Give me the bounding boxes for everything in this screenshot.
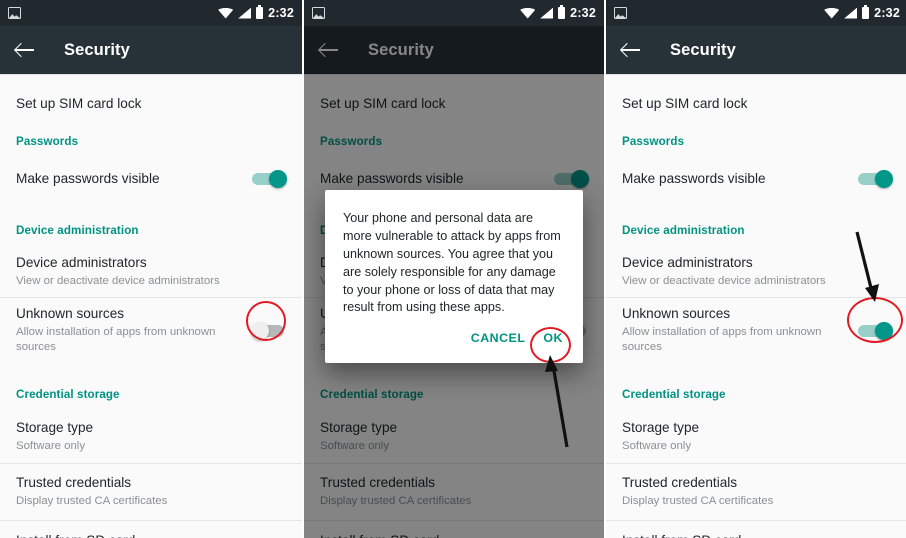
list-item-install-from-sd-card[interactable]: Install from SD card [606, 521, 906, 538]
status-bar-system-icons: 2:32 [824, 5, 900, 20]
list-item-subtitle: Allow installation of apps from unknown … [622, 326, 822, 354]
status-bar-notifications [8, 7, 21, 19]
unknown-sources-toggle[interactable] [858, 322, 893, 340]
battery-icon [558, 5, 566, 19]
app-bar: Security [0, 26, 302, 74]
signal-icon [238, 7, 252, 19]
photo-icon [8, 7, 21, 19]
toggle-knob [251, 322, 269, 340]
section-header-credential-storage: Credential storage [16, 388, 120, 401]
list-item-subtitle: Display trusted CA certificates [16, 494, 168, 507]
settings-list: Set up SIM card lock Passwords Make pass… [0, 74, 302, 538]
list-item-title: Set up SIM card lock [622, 95, 748, 111]
status-bar: 2:32 [0, 0, 302, 26]
settings-list: Set up SIM card lock Passwords Make pass… [606, 74, 906, 538]
signal-icon [844, 7, 858, 19]
three-panel-tutorial: 2:32 Security Set up SIM card lock Passw… [0, 0, 906, 538]
photo-icon [614, 7, 627, 19]
list-item-unknown-sources[interactable]: Unknown sources Allow installation of ap… [0, 298, 302, 364]
section-header-passwords: Passwords [622, 135, 685, 148]
list-item-make-passwords-visible[interactable]: Make passwords visible [0, 158, 302, 200]
unknown-sources-warning-dialog: Your phone and personal data are more vu… [325, 190, 583, 364]
list-item-subtitle: Software only [622, 439, 692, 452]
list-item-title: Storage type [622, 419, 700, 435]
dialog-actions: CANCEL OK [343, 317, 565, 357]
panel-step-2: 2:32 Security Set up SIM card lock Passw… [304, 0, 604, 538]
battery-icon [256, 5, 264, 19]
back-arrow-icon[interactable] [14, 39, 36, 61]
list-item-title: Install from SD card [16, 533, 286, 538]
list-item-subtitle: Software only [16, 439, 86, 452]
make-passwords-visible-toggle[interactable] [252, 170, 287, 188]
list-item-title: Install from SD card [622, 533, 892, 538]
list-item-title: Set up SIM card lock [16, 95, 142, 111]
status-bar: 2:32 [304, 0, 604, 26]
status-bar: 2:32 [606, 0, 906, 26]
list-item-sim-card-lock[interactable]: Set up SIM card lock [606, 75, 906, 125]
list-item-device-administrators[interactable]: Device administrators View or deactivate… [0, 247, 302, 297]
list-item-subtitle: Display trusted CA certificates [622, 494, 774, 507]
back-arrow-icon[interactable] [620, 39, 642, 61]
clock: 2:32 [874, 5, 900, 20]
make-passwords-visible-toggle[interactable] [858, 170, 893, 188]
unknown-sources-toggle[interactable] [251, 322, 286, 340]
ok-button[interactable]: OK [543, 331, 563, 345]
list-item-title: Storage type [16, 419, 94, 435]
section-header-device-administration: Device administration [622, 224, 745, 237]
photo-icon [312, 7, 325, 19]
status-bar-notifications [614, 7, 627, 19]
cancel-button[interactable]: CANCEL [471, 331, 526, 345]
list-item-title: Make passwords visible [622, 170, 766, 186]
section-header-device-administration: Device administration [16, 224, 139, 237]
section-header-credential-storage: Credential storage [622, 388, 726, 401]
list-item-unknown-sources[interactable]: Unknown sources Allow installation of ap… [606, 298, 906, 364]
dialog-message: Your phone and personal data are more vu… [343, 211, 561, 315]
list-item-make-passwords-visible[interactable]: Make passwords visible [606, 158, 906, 200]
panel-step-3: 2:32 Security Set up SIM card lock Passw… [606, 0, 906, 538]
page-title: Security [670, 40, 736, 59]
panel-step-1: 2:32 Security Set up SIM card lock Passw… [0, 0, 302, 538]
toggle-knob [875, 170, 893, 188]
list-item-install-from-sd-card[interactable]: Install from SD card [0, 521, 302, 538]
page-title: Security [64, 40, 130, 59]
list-item-subtitle: View or deactivate device administrators [16, 274, 220, 287]
status-bar-system-icons: 2:32 [520, 5, 596, 20]
battery-icon [862, 5, 870, 19]
wifi-icon [824, 7, 840, 19]
list-item-title: Device administrators [16, 254, 147, 270]
list-item-subtitle: View or deactivate device administrators [622, 274, 826, 287]
list-item-trusted-credentials[interactable]: Trusted credentials Display trusted CA c… [606, 464, 906, 520]
list-item-title: Trusted credentials [622, 474, 738, 490]
status-bar-notifications [312, 7, 325, 19]
status-bar-system-icons: 2:32 [218, 5, 294, 20]
list-item-trusted-credentials[interactable]: Trusted credentials Display trusted CA c… [0, 464, 302, 520]
list-item-storage-type[interactable]: Storage type Software only [606, 411, 906, 463]
wifi-icon [218, 7, 234, 19]
clock: 2:32 [570, 5, 596, 20]
list-item-title: Unknown sources [16, 306, 125, 322]
clock: 2:32 [268, 5, 294, 20]
app-bar: Security [606, 26, 906, 74]
list-item-title: Trusted credentials [16, 474, 132, 490]
list-item-storage-type[interactable]: Storage type Software only [0, 411, 302, 463]
toggle-knob [875, 322, 893, 340]
list-item-title: Device administrators [622, 254, 753, 270]
list-item-sim-card-lock[interactable]: Set up SIM card lock [0, 75, 302, 125]
toggle-knob [269, 170, 287, 188]
list-item-subtitle: Allow installation of apps from unknown … [16, 326, 216, 354]
wifi-icon [520, 7, 536, 19]
signal-icon [540, 7, 554, 19]
list-item-title: Unknown sources [622, 306, 731, 322]
list-item-device-administrators[interactable]: Device administrators View or deactivate… [606, 247, 906, 297]
list-item-title: Make passwords visible [16, 170, 160, 186]
section-header-passwords: Passwords [16, 135, 79, 148]
